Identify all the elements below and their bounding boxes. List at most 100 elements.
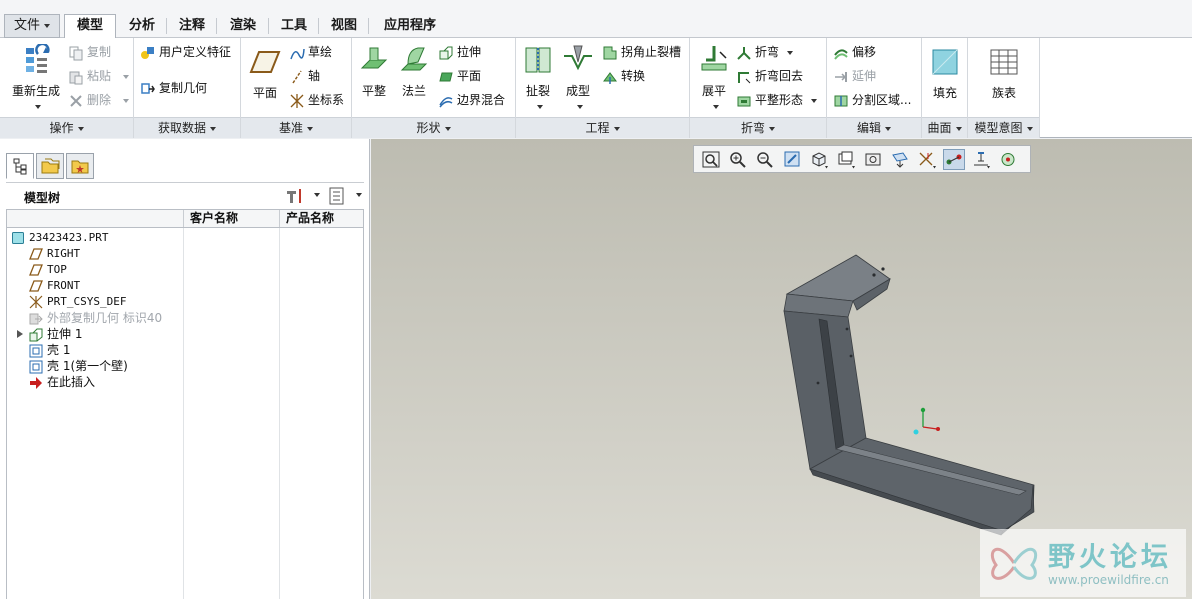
rip-button[interactable]: 扯裂 <box>520 44 556 113</box>
unbend-button[interactable]: 展平 <box>694 44 734 113</box>
group-bends-label[interactable]: 折弯 <box>690 117 826 138</box>
group-model-intent-title: 模型意图 <box>974 121 1023 135</box>
flat-pattern-button[interactable]: 平整形态 <box>736 90 818 110</box>
form-button[interactable]: 成型 <box>558 44 598 113</box>
tab-tools-label: 工具 <box>280 18 307 33</box>
udf-icon <box>141 46 154 59</box>
flat-wall-icon <box>360 47 388 69</box>
group-get-data-title: 获取数据 <box>157 121 206 135</box>
regenerate-button[interactable]: 重新生成 <box>8 44 64 113</box>
chevron-down-icon <box>769 126 775 131</box>
chevron-down-icon <box>123 74 130 79</box>
delete-button[interactable]: 删除 <box>68 90 130 110</box>
group-editing-label[interactable]: 编辑 <box>827 117 921 138</box>
tab-annotate[interactable]: 注释 <box>168 14 216 38</box>
coordinate-system-button[interactable]: 坐标系 <box>289 90 344 110</box>
group-surfaces: 填充 曲面 <box>922 38 968 138</box>
group-operations-title: 操作 <box>49 121 74 135</box>
chevron-down-icon <box>885 126 891 131</box>
boundary-blend-button[interactable]: 边界混合 <box>438 90 505 110</box>
tab-model-tree[interactable] <box>6 153 34 179</box>
tree-node-first-wall[interactable]: 壳 1(第一个壁) <box>29 358 128 374</box>
tab-model[interactable]: 模型 <box>64 14 116 39</box>
flange-button[interactable]: 法兰 <box>394 44 434 99</box>
group-model-intent-label[interactable]: 模型意图 <box>968 117 1039 138</box>
tab-analysis[interactable]: 分析 <box>118 14 166 38</box>
group-datum-title: 基准 <box>278 121 303 135</box>
tree-node-external-copy-geom[interactable]: 外部复制几何 标识40 <box>29 310 162 326</box>
udf-button[interactable]: 用户定义特征 <box>140 42 231 62</box>
paste-button[interactable]: 粘贴 <box>68 66 130 86</box>
group-operations-label[interactable]: 操作 <box>0 117 133 138</box>
group-engineering-title: 工程 <box>585 121 610 135</box>
chevron-down-icon <box>123 98 130 103</box>
tab-view-label: 视图 <box>330 18 357 33</box>
tab-folder-browser[interactable] <box>36 153 64 179</box>
tree-node-label: 壳 1 <box>47 343 71 357</box>
group-engineering-label[interactable]: 工程 <box>516 117 689 138</box>
tree-node-front[interactable]: FRONT <box>29 278 80 294</box>
column-product-name[interactable]: 产品名称 <box>279 210 364 227</box>
chevron-down-icon <box>314 193 320 197</box>
favorites-icon <box>71 160 89 174</box>
datum-plane-button[interactable]: 平面 <box>245 46 285 101</box>
group-datum: 平面 草绘 轴 坐标系 基准 <box>241 38 352 138</box>
fill-button[interactable]: 填充 <box>926 46 964 101</box>
extrude-button[interactable]: 拉伸 <box>438 42 481 62</box>
tree-node-right[interactable]: RIGHT <box>29 246 80 262</box>
offset-button[interactable]: 偏移 <box>833 42 876 62</box>
column-customer-name[interactable]: 客户名称 <box>183 210 279 227</box>
sketch-icon <box>290 48 305 59</box>
group-get-data-label[interactable]: 获取数据 <box>134 117 240 138</box>
tree-node-extrude[interactable]: 拉伸 1 <box>29 326 82 342</box>
split-area-button[interactable]: 分割区域... <box>833 90 911 110</box>
flat-wall-button[interactable]: 平整 <box>354 44 394 99</box>
expand-arrow-icon[interactable] <box>17 330 23 338</box>
convert-button[interactable]: 转换 <box>602 66 645 86</box>
tab-file[interactable]: 文件 <box>4 14 60 38</box>
tab-render[interactable]: 渲染 <box>218 14 268 38</box>
bend-button[interactable]: 折弯 <box>736 42 794 62</box>
coordinate-system-label: 坐标系 <box>308 93 345 107</box>
tree-node-label: RIGHT <box>47 247 81 260</box>
family-table-button[interactable]: 族表 <box>982 46 1026 101</box>
corner-relief-button[interactable]: 拐角止裂槽 <box>602 42 681 62</box>
tree-settings-button[interactable] <box>284 186 324 206</box>
sketch-button[interactable]: 草绘 <box>289 42 332 62</box>
graphics-viewport[interactable]: 野火论坛 www.proewildfire.cn <box>371 139 1192 599</box>
group-surfaces-label[interactable]: 曲面 <box>922 117 967 138</box>
tab-favorites[interactable] <box>66 153 94 179</box>
udf-label: 用户定义特征 <box>159 45 232 59</box>
family-table-label: 族表 <box>991 86 1016 100</box>
datum-axis-button[interactable]: 轴 <box>289 66 320 86</box>
folder-icon <box>41 158 60 174</box>
group-datum-label[interactable]: 基准 <box>241 117 351 138</box>
copy-button[interactable]: 复制 <box>68 42 111 62</box>
group-engineering: 扯裂 成型 拐角止裂槽 转换 工程 <box>516 38 690 138</box>
coordinate-system-icon <box>29 295 43 309</box>
column-product-name-label: 产品名称 <box>286 211 335 225</box>
tree-show-button[interactable] <box>328 186 364 206</box>
tab-applications[interactable]: 应用程序 <box>370 14 450 38</box>
flange-label: 法兰 <box>401 84 426 98</box>
tree-node-shell[interactable]: 壳 1 <box>29 342 70 358</box>
extend-button[interactable]: 延伸 <box>833 66 876 86</box>
bend-back-button[interactable]: 折弯回去 <box>736 66 803 86</box>
planar-button[interactable]: 平面 <box>438 66 481 86</box>
copy-geometry-button[interactable]: 复制几何 <box>140 78 207 98</box>
tree-node-top[interactable]: TOP <box>29 262 67 278</box>
datum-plane-icon <box>29 264 43 276</box>
datum-axis-icon <box>292 70 302 83</box>
tree-node-insert-here[interactable]: 在此插入 <box>29 374 95 390</box>
group-shapes-label[interactable]: 形状 <box>352 117 515 138</box>
tools-icon <box>287 189 301 203</box>
planar-icon <box>439 72 453 81</box>
paste-icon <box>69 71 83 84</box>
group-editing-title: 编辑 <box>856 121 881 135</box>
coordinate-system-icon <box>290 93 304 108</box>
tab-tools[interactable]: 工具 <box>270 14 318 38</box>
flat-wall-label: 平整 <box>361 84 386 98</box>
tree-node-csys[interactable]: PRT_CSYS_DEF <box>29 294 126 310</box>
tab-view[interactable]: 视图 <box>320 14 368 38</box>
tree-node-part[interactable]: 23423423.PRT <box>11 230 108 246</box>
